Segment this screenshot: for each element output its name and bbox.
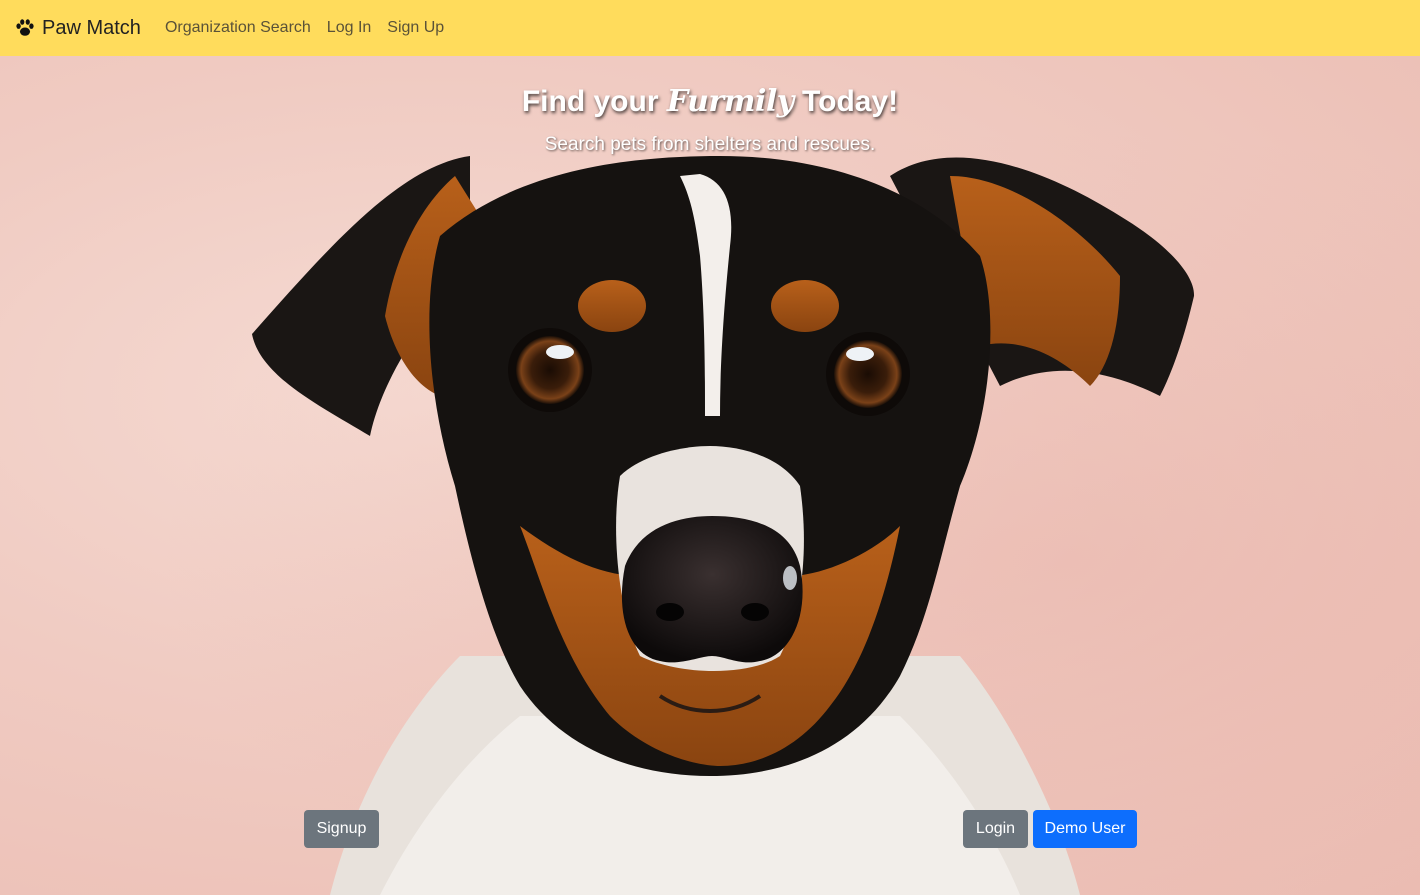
hero-headline: Find your Furmily Today!: [0, 84, 1420, 119]
demo-user-button[interactable]: Demo User: [1033, 810, 1137, 848]
nav-link-log-in[interactable]: Log In: [327, 19, 371, 37]
nav-link-sign-up[interactable]: Sign Up: [387, 19, 444, 37]
paw-icon: [16, 19, 34, 36]
nav-links: Organization Search Log In Sign Up: [165, 19, 460, 37]
hero-section: Find your Furmily Today! Search pets fro…: [0, 56, 1420, 895]
brand-link[interactable]: Paw Match: [14, 17, 141, 40]
hero-subheadline: Search pets from shelters and rescues.: [544, 134, 876, 155]
brand-name: Paw Match: [42, 16, 141, 39]
headline-text-pre: Find your: [521, 85, 667, 118]
signup-button[interactable]: Signup: [304, 810, 379, 848]
headline-text-post: Today!: [793, 85, 899, 118]
dog-photo: [252, 156, 1195, 895]
nav-link-organization-search[interactable]: Organization Search: [165, 19, 311, 37]
headline-script-word: Furmily: [666, 84, 794, 119]
navbar: Paw Match Organization Search Log In Sig…: [0, 0, 1420, 56]
login-button[interactable]: Login: [963, 810, 1028, 848]
